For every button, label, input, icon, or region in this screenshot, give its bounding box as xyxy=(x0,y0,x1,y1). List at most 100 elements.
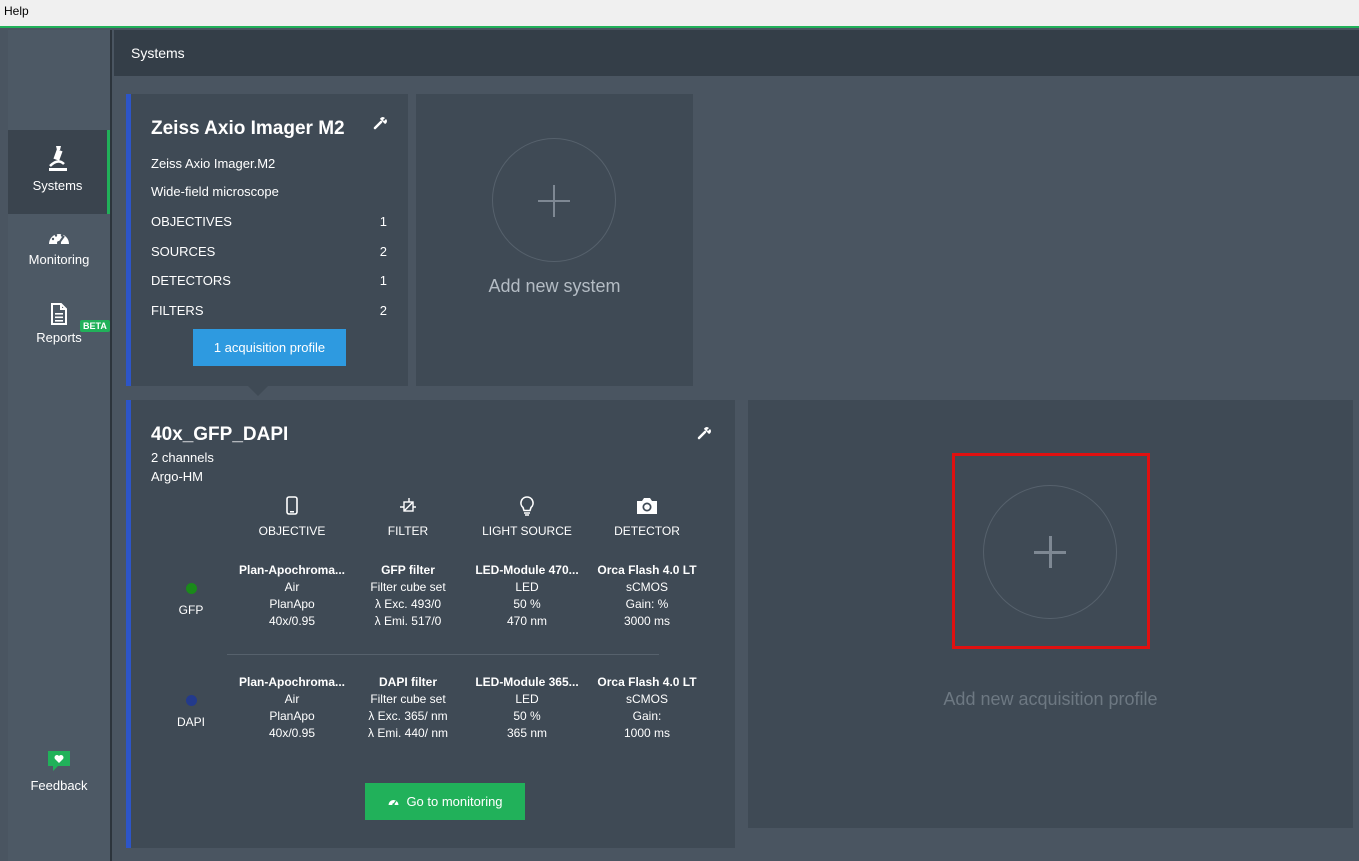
beta-badge: BETA xyxy=(80,320,110,332)
sidebar-item-monitoring[interactable]: Monitoring xyxy=(8,222,110,306)
cell-line: sCMOS xyxy=(626,692,668,706)
acquisition-profile-button[interactable]: 1 acquisition profile xyxy=(193,329,346,366)
filter-cell: GFP filter Filter cube set λ Exc. 493/0 … xyxy=(345,562,471,630)
feedback-button[interactable]: Feedback xyxy=(8,748,110,832)
profile-name: 40x_GFP_DAPI xyxy=(151,424,289,445)
cell-line: Gain: xyxy=(632,709,662,723)
profile-channels: 2 channels xyxy=(151,450,214,465)
page-header: Systems xyxy=(114,30,1359,76)
speedometer-icon xyxy=(49,234,69,245)
channel-name: DAPI xyxy=(176,715,205,729)
cell-line: Air xyxy=(284,692,300,706)
column-label: DETECTOR xyxy=(614,524,680,538)
cell-line: LED-Module 365... xyxy=(475,675,579,689)
cell-line: LED-Module 470... xyxy=(475,563,579,577)
cell-line: 40x/0.95 xyxy=(268,726,316,740)
plus-icon-vertical xyxy=(553,185,555,217)
channel-color-dot xyxy=(186,583,197,594)
add-acquisition-profile-card[interactable]: Add new acquisition profile xyxy=(748,400,1353,828)
cell-line: Filter cube set xyxy=(370,580,446,594)
feedback-label: Feedback xyxy=(30,778,88,793)
report-document-icon xyxy=(51,303,67,325)
cell-line: 365 nm xyxy=(506,726,548,740)
stat-label: OBJECTIVES xyxy=(151,214,232,229)
system-model: Zeiss Axio Imager.M2 xyxy=(151,156,276,171)
stat-count: 2 xyxy=(379,244,387,259)
lightbulb-icon xyxy=(520,496,534,516)
selection-caret xyxy=(248,386,268,396)
cell-line: Plan-Apochroma... xyxy=(238,675,345,689)
page-title: Systems xyxy=(131,45,185,61)
stat-count: 1 xyxy=(379,214,387,229)
add-system-label: Add new system xyxy=(488,276,621,296)
column-light-source: LIGHT SOURCE xyxy=(467,496,587,538)
cell-line: GFP filter xyxy=(381,563,435,577)
stat-row-filters: FILTERS 2 xyxy=(151,303,391,318)
cell-line: 3000 ms xyxy=(623,614,671,628)
sidebar-item-systems[interactable]: Systems xyxy=(8,130,110,214)
cell-line: PlanApo xyxy=(269,709,315,723)
objective-icon xyxy=(286,496,298,515)
stat-count: 2 xyxy=(379,303,387,318)
cell-line: Gain: % xyxy=(625,597,669,611)
microscope-icon xyxy=(48,146,67,171)
cell-line: DAPI filter xyxy=(378,675,437,689)
cell-line: PlanApo xyxy=(269,597,315,611)
cell-line: 470 nm xyxy=(506,614,548,628)
stat-row-detectors: DETECTORS 1 xyxy=(151,273,391,288)
column-label: OBJECTIVE xyxy=(258,524,326,538)
profile-slide: Argo-HM xyxy=(151,469,204,484)
cell-line: 40x/0.95 xyxy=(268,614,316,628)
sidebar-item-label: Monitoring xyxy=(28,252,90,267)
column-label: LIGHT SOURCE xyxy=(482,524,572,538)
channel-name: GFP xyxy=(178,603,204,617)
column-objective: OBJECTIVE xyxy=(232,496,352,538)
cell-line: λ Emi. 440/ nm xyxy=(367,726,449,740)
sidebar: Systems Monitoring Reports BETA Feedback xyxy=(8,30,112,861)
cell-line: Orca Flash 4.0 LT xyxy=(597,675,697,689)
menu-bar: Help xyxy=(0,0,1359,28)
main-content: Systems Zeiss Axio Imager M2 Zeiss Axio … xyxy=(114,30,1359,861)
add-system-card[interactable]: Add new system xyxy=(416,94,693,386)
column-filter: FILTER xyxy=(348,496,468,538)
cell-line: λ Emi. 517/0 xyxy=(374,614,442,628)
filter-icon xyxy=(400,498,416,512)
speedometer-icon xyxy=(388,799,399,806)
stat-label: SOURCES xyxy=(151,244,216,259)
stat-row-objectives: OBJECTIVES 1 xyxy=(151,214,391,229)
detector-cell: Orca Flash 4.0 LT sCMOS Gain: 1000 ms xyxy=(584,674,710,742)
row-divider xyxy=(227,654,659,655)
channel-color-dot xyxy=(186,695,197,706)
cell-line: Plan-Apochroma... xyxy=(238,563,345,577)
system-card[interactable]: Zeiss Axio Imager M2 Zeiss Axio Imager.M… xyxy=(126,94,408,386)
stat-label: FILTERS xyxy=(151,303,204,318)
cell-line: Filter cube set xyxy=(370,692,446,706)
cell-line: 50 % xyxy=(513,597,541,611)
wrench-icon[interactable] xyxy=(697,426,711,440)
light-source-cell: LED-Module 365... LED 50 % 365 nm xyxy=(464,674,590,742)
go-to-monitoring-button[interactable]: Go to monitoring xyxy=(365,783,525,820)
cell-line: λ Exc. 365/ nm xyxy=(368,709,448,723)
cell-line: 1000 ms xyxy=(623,726,671,740)
objective-cell: Plan-Apochroma... Air PlanApo 40x/0.95 xyxy=(229,562,355,630)
system-name: Zeiss Axio Imager M2 xyxy=(151,118,345,139)
cell-line: 50 % xyxy=(513,709,541,723)
cell-line: sCMOS xyxy=(626,580,668,594)
filter-cell: DAPI filter Filter cube set λ Exc. 365/ … xyxy=(345,674,471,742)
sidebar-item-label: Systems xyxy=(32,178,83,193)
light-source-cell: LED-Module 470... LED 50 % 470 nm xyxy=(464,562,590,630)
heart-chat-icon xyxy=(48,751,70,771)
stat-count: 1 xyxy=(379,273,387,288)
menu-help[interactable]: Help xyxy=(4,4,29,18)
camera-icon xyxy=(637,498,657,514)
stat-row-sources: SOURCES 2 xyxy=(151,244,391,259)
sidebar-item-label: Reports xyxy=(36,330,82,345)
cell-line: LED xyxy=(515,692,539,706)
wrench-icon[interactable] xyxy=(373,116,387,130)
cell-line: Air xyxy=(284,580,300,594)
acquisition-profile-card: 40x_GFP_DAPI 2 channels Argo-HM OBJECTIV… xyxy=(126,400,735,848)
monitor-button-label: Go to monitoring xyxy=(406,794,503,809)
sidebar-item-reports[interactable]: Reports BETA xyxy=(8,298,110,382)
column-label: FILTER xyxy=(387,524,429,538)
cell-line: λ Exc. 493/0 xyxy=(374,597,442,611)
